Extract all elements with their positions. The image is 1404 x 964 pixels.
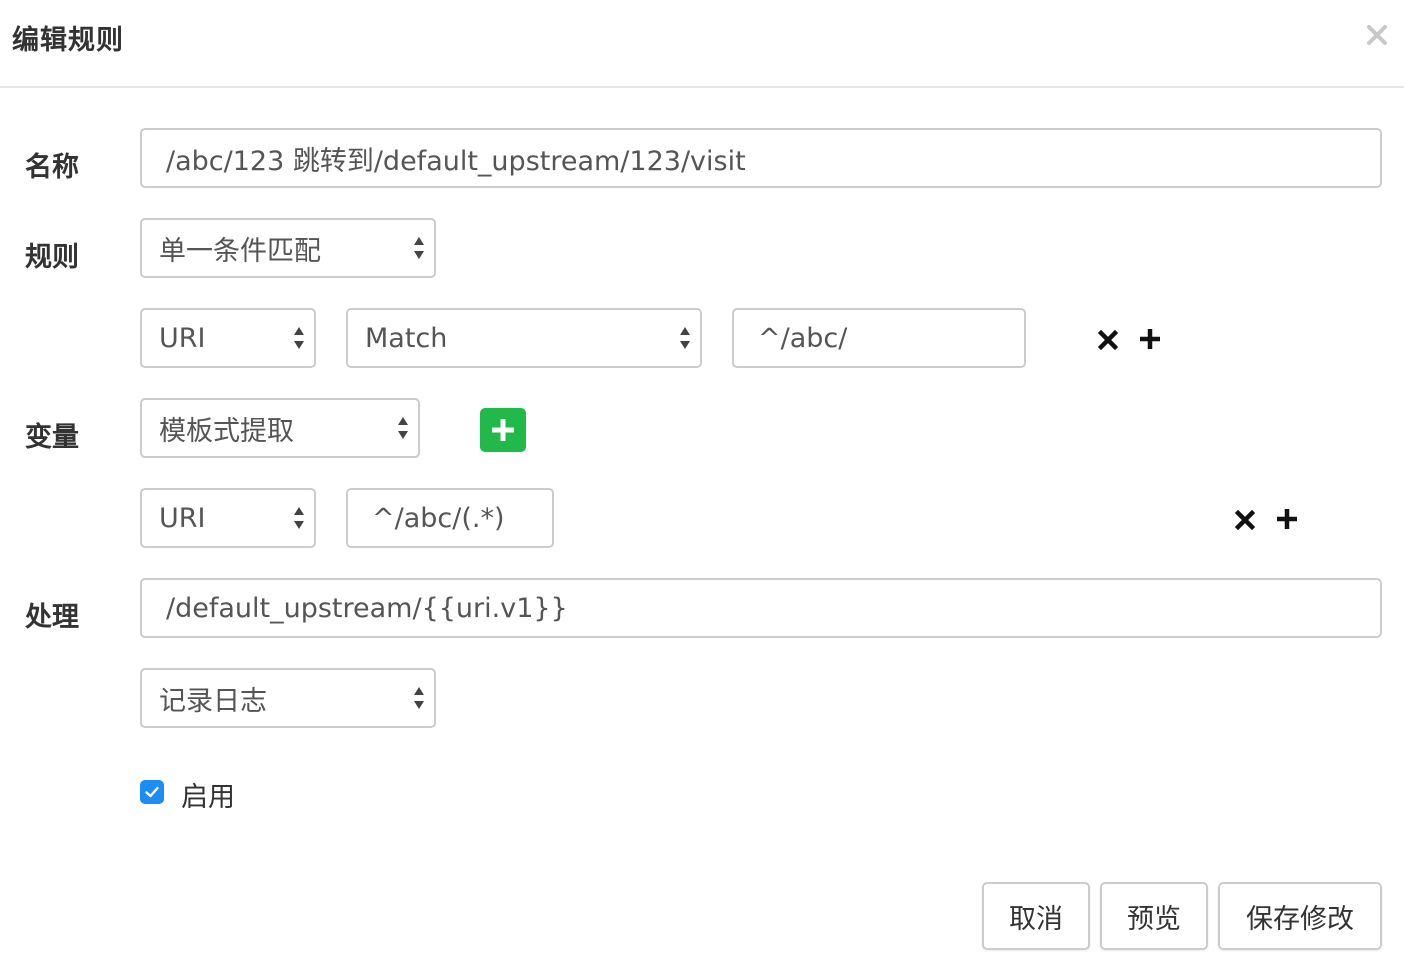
select-arrows-icon xyxy=(294,507,304,529)
select-arrows-icon xyxy=(414,687,424,709)
add-variable-row-icon[interactable] xyxy=(1273,505,1301,533)
variable-field-value: URI xyxy=(159,502,206,534)
rule-label: 规则 xyxy=(25,242,79,273)
condition-value-input[interactable]: ^/abc/ xyxy=(732,308,1026,368)
condition-operator-select[interactable]: Match xyxy=(346,308,702,368)
rule-type-value: 单一条件匹配 xyxy=(159,235,321,267)
add-variable-button[interactable] xyxy=(480,408,526,452)
dialog-header: 编辑规则 xyxy=(0,0,1404,88)
dialog-title: 编辑规则 xyxy=(12,25,124,56)
enable-label: 启用 xyxy=(181,782,235,813)
add-condition-icon[interactable] xyxy=(1136,325,1164,353)
log-select[interactable]: 记录日志 xyxy=(140,668,436,728)
enable-checkbox[interactable] xyxy=(140,780,164,804)
condition-field-value: URI xyxy=(159,322,206,354)
save-button[interactable]: 保存修改 xyxy=(1218,882,1382,950)
plus-icon xyxy=(492,419,514,441)
variable-pattern-input[interactable]: ^/abc/(.*) xyxy=(346,488,554,548)
log-select-value: 记录日志 xyxy=(159,685,267,717)
remove-variable-icon[interactable] xyxy=(1232,507,1258,533)
condition-operator-value: Match xyxy=(365,322,448,354)
select-arrows-icon xyxy=(414,237,424,259)
rule-type-select[interactable]: 单一条件匹配 xyxy=(140,218,436,278)
select-arrows-icon xyxy=(398,417,408,439)
remove-condition-icon[interactable] xyxy=(1095,327,1121,353)
name-input[interactable]: /abc/123 跳转到/default_upstream/123/visit xyxy=(140,128,1382,188)
select-arrows-icon xyxy=(680,327,690,349)
close-icon[interactable] xyxy=(1360,18,1394,52)
variable-field-select[interactable]: URI xyxy=(140,488,316,548)
preview-button[interactable]: 预览 xyxy=(1100,882,1208,950)
handle-label: 处理 xyxy=(25,602,79,633)
variable-pattern-text: ^/abc/(.*) xyxy=(372,502,505,534)
condition-field-select[interactable]: URI xyxy=(140,308,316,368)
handle-input-value: /default_upstream/{{uri.v1}} xyxy=(166,592,568,624)
handle-input[interactable]: /default_upstream/{{uri.v1}} xyxy=(140,578,1382,638)
condition-value-text: ^/abc/ xyxy=(758,322,848,354)
variable-label: 变量 xyxy=(25,422,79,453)
check-icon xyxy=(145,786,159,798)
select-arrows-icon xyxy=(294,327,304,349)
cancel-button[interactable]: 取消 xyxy=(982,882,1090,950)
variable-type-select[interactable]: 模板式提取 xyxy=(140,398,420,458)
name-input-value: /abc/123 跳转到/default_upstream/123/visit xyxy=(166,145,746,177)
variable-type-value: 模板式提取 xyxy=(159,415,294,447)
name-label: 名称 xyxy=(25,152,79,183)
